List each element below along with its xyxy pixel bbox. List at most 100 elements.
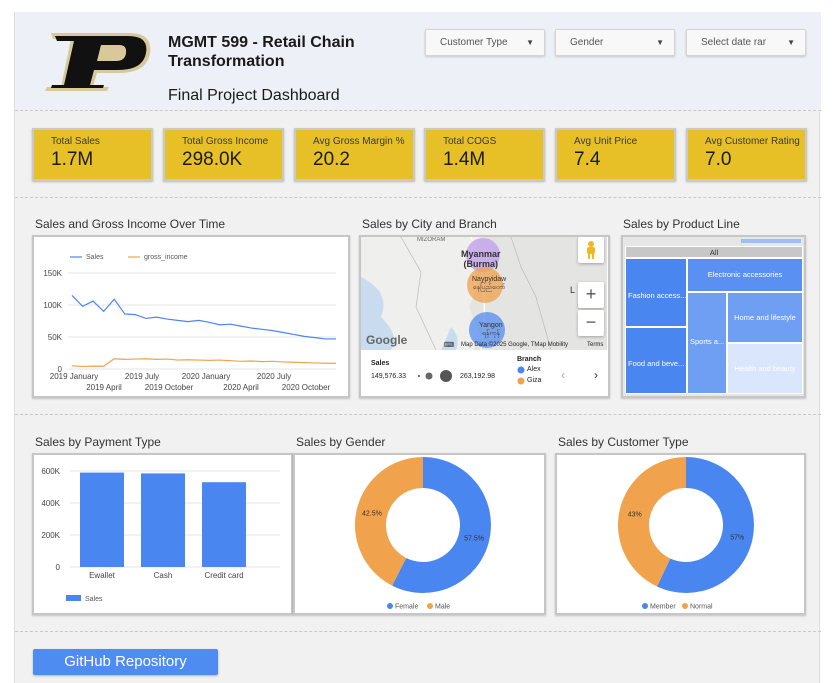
zoom-out-button[interactable]: − bbox=[578, 310, 604, 336]
map-view[interactable]: MIZORAM Myanmar (Burma) Naypyidaw နေပြည်… bbox=[361, 237, 607, 350]
legend-label: Female bbox=[395, 604, 418, 611]
legend-label: Member bbox=[650, 604, 676, 611]
section-divider bbox=[15, 197, 821, 198]
slice-label: 42.5% bbox=[362, 511, 382, 518]
y-tick-label: 200K bbox=[41, 531, 60, 540]
kpi-avg-customer-rating: Avg Customer Rating 7.0 bbox=[686, 128, 807, 181]
kpi-value: 1.4M bbox=[443, 149, 486, 170]
map-size-legend-title: Sales bbox=[371, 360, 390, 367]
customer-donut-chart: 57% 43% Member Normal bbox=[618, 457, 754, 611]
line-chart-panel[interactable]: 150K 100K 50K 0 Sales gross_income 2019 Januar… bbox=[32, 235, 350, 398]
keyboard-shortcuts-icon[interactable]: ⌨ bbox=[444, 341, 454, 349]
bar-Credit card bbox=[202, 482, 246, 567]
y-tick-label: 100K bbox=[43, 301, 62, 310]
line-chart-title: Sales and Gross Income Over Time bbox=[35, 217, 226, 231]
legend-next-arrow[interactable]: › bbox=[594, 368, 598, 382]
slice-label: 43% bbox=[628, 512, 642, 519]
y-tick-label: 0 bbox=[56, 563, 61, 572]
github-repository-button[interactable]: GitHub Repository bbox=[33, 649, 218, 675]
legend-label: Sales bbox=[85, 596, 103, 603]
bar-chart-title: Sales by Payment Type bbox=[35, 435, 161, 449]
gender-chart-panel[interactable]: 57.5% 42.5% Female Male bbox=[293, 453, 546, 615]
map-region-label: MIZORAM bbox=[417, 237, 446, 243]
kpi-value: 20.2 bbox=[313, 149, 350, 170]
series-line-gross_income bbox=[71, 358, 336, 368]
x-tick-label: Cash bbox=[154, 571, 173, 580]
legend-label: Sales bbox=[86, 254, 104, 261]
x-tick-label: Ewallet bbox=[89, 571, 116, 580]
kpi-label: Total COGS bbox=[443, 136, 497, 147]
treemap-root[interactable]: All bbox=[625, 246, 803, 258]
map-terms-link[interactable]: Terms bbox=[587, 342, 603, 348]
customer-chart-title: Sales by Customer Type bbox=[558, 435, 689, 449]
section-divider bbox=[15, 110, 821, 111]
bar-chart: 600K 400K 200K 0 Ewallet Cash Credit card Sales bbox=[41, 467, 280, 603]
slice-label: 57.5% bbox=[464, 535, 484, 542]
google-logo: Google bbox=[366, 333, 408, 347]
header: MGMT 599 - Retail Chain Transformation F… bbox=[15, 12, 821, 110]
treemap-home[interactable]: Home and lifestyle bbox=[727, 292, 803, 343]
zoom-in-button[interactable]: + bbox=[578, 282, 604, 308]
gender-filter-label: Gender bbox=[570, 37, 604, 48]
slice-label: 57% bbox=[730, 534, 744, 541]
legend-label: Male bbox=[435, 604, 450, 611]
x-tick-label: 2019 January bbox=[50, 372, 98, 381]
map-branch-giza: Giza bbox=[527, 377, 542, 384]
map-size-legend-icon bbox=[418, 370, 452, 382]
x-tick-label: 2019 July bbox=[125, 372, 159, 381]
x-tick-label: 2019 October bbox=[145, 383, 194, 392]
kpi-label: Avg Customer Rating bbox=[705, 136, 800, 147]
treemap-depth-bar bbox=[741, 239, 801, 243]
date-range-filter[interactable]: Select date rar ▼ bbox=[686, 29, 806, 56]
legend-prev-arrow[interactable]: ‹ bbox=[561, 368, 565, 382]
kpi-value: 1.7M bbox=[51, 149, 94, 170]
map-attribution: Map Data ©2025 Google, TMap Mobility bbox=[461, 342, 569, 348]
bar-chart-panel[interactable]: 600K 400K 200K 0 Ewallet Cash Credit card Sales bbox=[32, 453, 293, 615]
map-size-max: 263,192.98 bbox=[460, 373, 496, 380]
line-chart: 150K100K50K0Sales gross_income2019 Januar… bbox=[43, 254, 336, 392]
kpi-value: 7.4 bbox=[574, 149, 601, 170]
map-branch-legend-dots bbox=[517, 366, 525, 385]
treemap-electronic[interactable]: Electronic accessories bbox=[687, 258, 803, 292]
gender-chart-title: Sales by Gender bbox=[296, 435, 386, 449]
kpi-total-cogs: Total COGS 1.4M bbox=[424, 128, 545, 181]
gender-filter[interactable]: Gender ▼ bbox=[555, 29, 675, 56]
x-tick-label: 2020 January bbox=[182, 372, 230, 381]
x-tick-label: 2020 October bbox=[282, 383, 331, 392]
kpi-label: Total Gross Income bbox=[182, 136, 269, 147]
treemap-title: Sales by Product Line bbox=[623, 217, 740, 231]
street-view-pegman-icon[interactable] bbox=[578, 237, 604, 263]
customer-chart-panel[interactable]: 57% 43% Member Normal bbox=[555, 453, 806, 615]
kpi-total-gross-income: Total Gross Income 298.0K bbox=[163, 128, 284, 181]
section-divider bbox=[15, 414, 821, 415]
bar-Ewallet bbox=[80, 472, 124, 567]
y-tick-label: 400K bbox=[41, 499, 60, 508]
legend-label: gross_income bbox=[144, 254, 188, 261]
treemap-food[interactable]: Food and beve... bbox=[625, 327, 687, 394]
legend-dot bbox=[387, 603, 393, 609]
legend-dot bbox=[642, 603, 648, 609]
chevron-down-icon: ▼ bbox=[787, 38, 795, 47]
gender-donut-chart: 57.5% 42.5% Female Male bbox=[355, 457, 491, 611]
map-title: Sales by City and Branch bbox=[362, 217, 497, 231]
x-tick-label: 2020 July bbox=[257, 372, 291, 381]
treemap-sports[interactable]: Sports a... bbox=[687, 292, 727, 394]
treemap-fashion[interactable]: Fashion access... bbox=[625, 258, 687, 327]
kpi-label: Avg Unit Price bbox=[574, 136, 638, 147]
y-tick-label: 50K bbox=[48, 333, 63, 342]
treemap-health[interactable]: Health and beauty bbox=[727, 343, 803, 394]
dashboard-subtitle: Final Project Dashboard bbox=[168, 87, 340, 104]
map-country-label: Myanmar (Burma) bbox=[461, 249, 501, 269]
legend-swatch bbox=[66, 595, 81, 601]
dashboard-page: MGMT 599 - Retail Chain Transformation F… bbox=[14, 12, 821, 683]
map-size-min: 149,576.33 bbox=[371, 373, 407, 380]
treemap-panel[interactable]: All Fashion access... Food and beve... S… bbox=[621, 235, 806, 398]
customer-type-filter[interactable]: Customer Type ▼ bbox=[425, 29, 545, 56]
kpi-label: Avg Gross Margin % bbox=[313, 136, 405, 147]
purdue-logo bbox=[45, 33, 151, 91]
map-panel[interactable]: MIZORAM Myanmar (Burma) Naypyidaw နေပြည်… bbox=[359, 235, 610, 398]
map-city-naypyidaw: Naypyidaw နေပြည်တော် bbox=[472, 276, 507, 291]
map-city-yangon: Yangon ရန်ကုန် bbox=[479, 322, 503, 337]
kpi-avg-unit-price: Avg Unit Price 7.4 bbox=[555, 128, 676, 181]
bar-Cash bbox=[141, 473, 185, 567]
